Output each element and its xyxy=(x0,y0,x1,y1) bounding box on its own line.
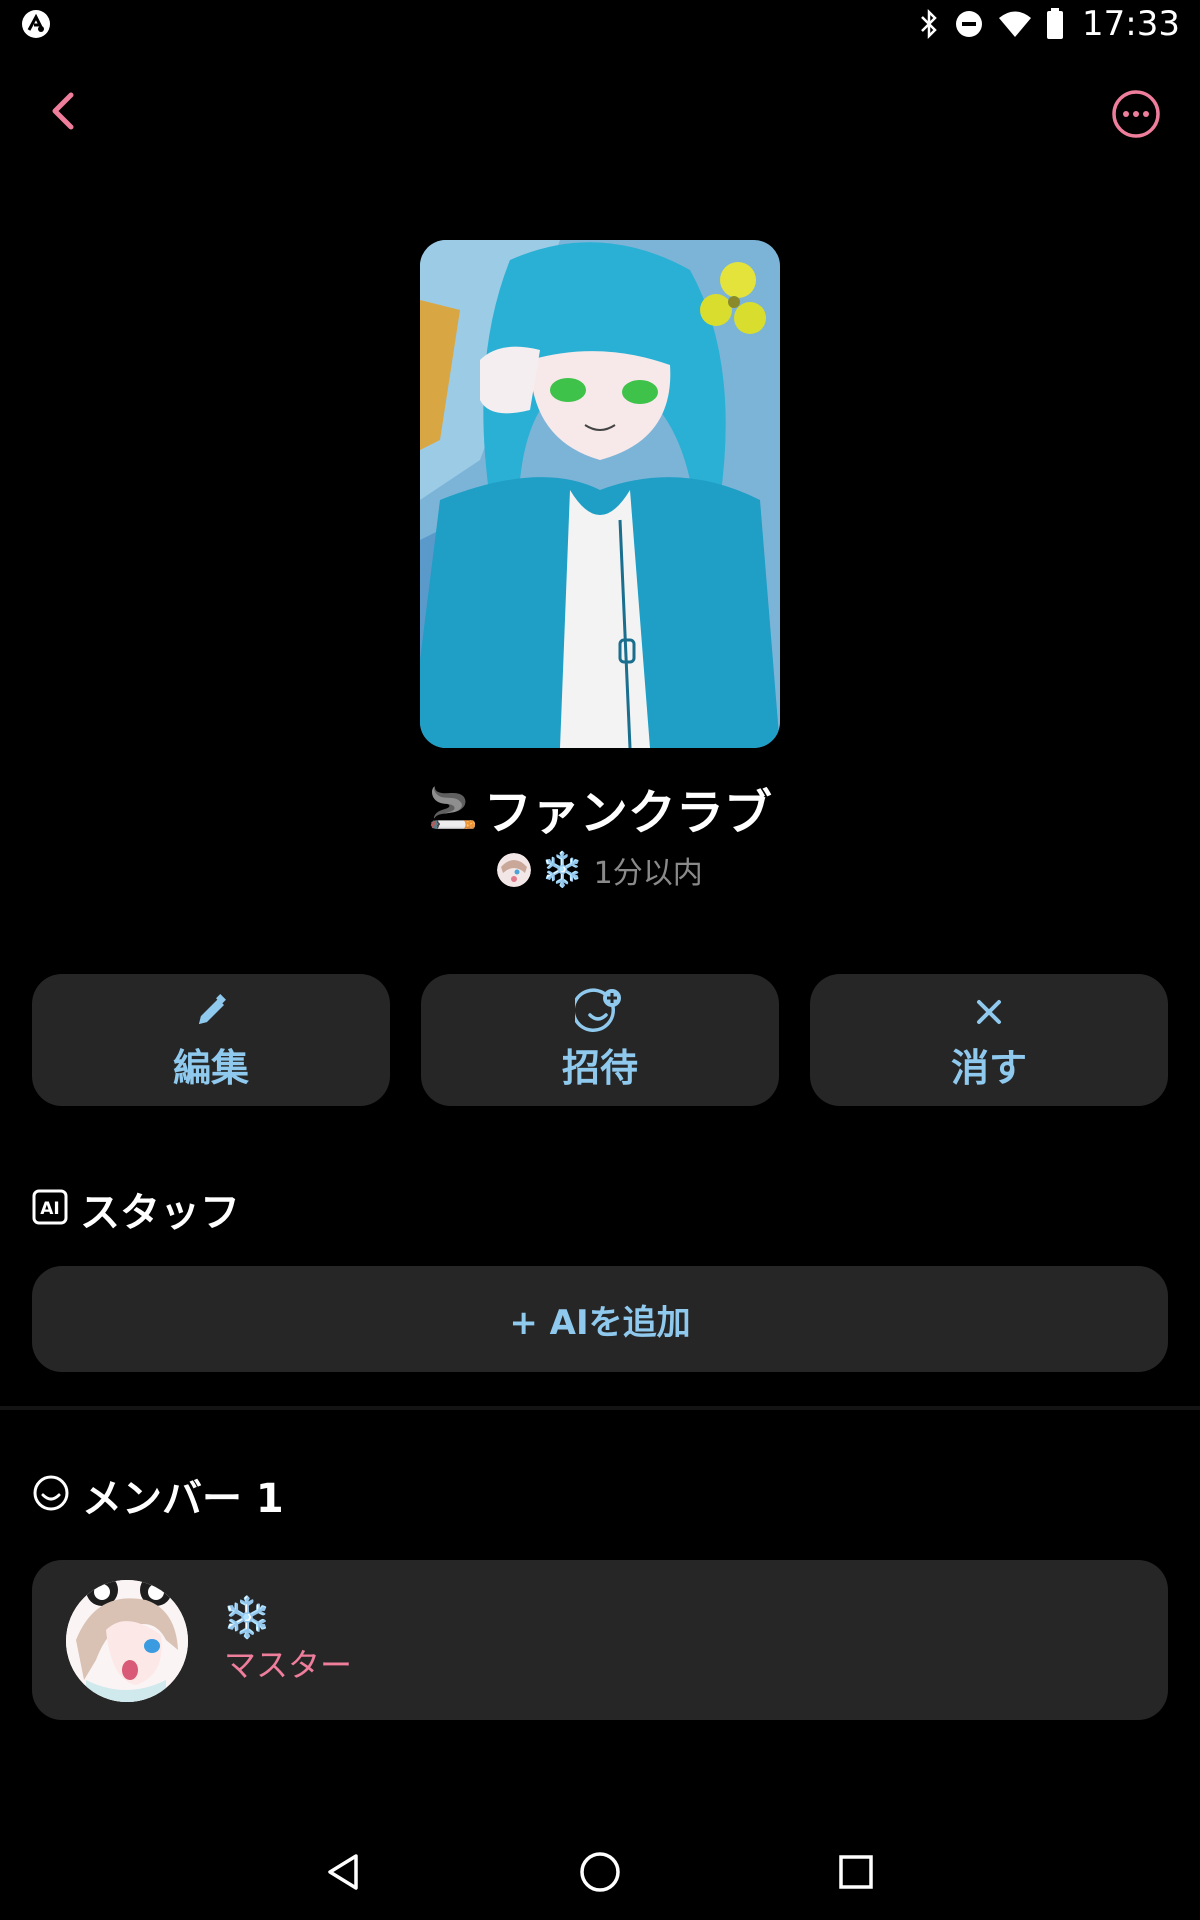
staff-section-title: スタッフ xyxy=(80,1190,240,1236)
section-divider xyxy=(0,1406,1200,1410)
app-notification-icon xyxy=(20,8,52,40)
owner-avatar[interactable] xyxy=(497,853,532,887)
delete-label: 消す xyxy=(950,1045,1027,1090)
invite-button[interactable]: 招待 xyxy=(421,974,779,1106)
system-nav-bar xyxy=(0,1824,1200,1920)
member-emoji: ❄️ xyxy=(222,1595,272,1641)
members-section-header: メンバー 1 xyxy=(32,1468,284,1522)
add-ai-button[interactable]: + AIを追加 xyxy=(32,1266,1168,1372)
status-bar: 17:33 xyxy=(0,0,1200,48)
title-emoji: 🚬 xyxy=(428,785,478,832)
close-icon xyxy=(972,989,1006,1035)
edit-button[interactable]: 編集 xyxy=(32,974,390,1106)
nav-home-button[interactable] xyxy=(570,1842,630,1902)
nav-recents-button[interactable] xyxy=(826,1842,886,1902)
home-circle-icon xyxy=(580,1852,620,1892)
chevron-left-icon xyxy=(52,92,74,130)
bluetooth-icon xyxy=(918,8,940,40)
clock: 17:33 xyxy=(1082,4,1180,44)
member-avatar[interactable] xyxy=(66,1580,188,1702)
owner-emoji: ❄️ xyxy=(541,850,584,890)
add-ai-label: + AIを追加 xyxy=(509,1302,691,1343)
members-section-title: メンバー 1 xyxy=(82,1476,284,1522)
back-triangle-icon xyxy=(328,1854,358,1890)
invite-label: 招待 xyxy=(561,1045,638,1090)
club-cover-image[interactable] xyxy=(420,240,780,748)
smile-icon xyxy=(32,1474,70,1516)
club-title: 🚬 ファンクラブ xyxy=(0,778,1200,841)
club-meta: ❄️ 1分以内 xyxy=(0,848,1200,892)
recents-square-icon xyxy=(839,1855,873,1889)
wifi-icon xyxy=(998,9,1032,39)
member-row[interactable]: ❄️ マスター xyxy=(32,1560,1168,1720)
svg-text:AI: AI xyxy=(40,1199,59,1219)
do-not-disturb-icon xyxy=(954,9,984,39)
edit-label: 編集 xyxy=(172,1045,249,1090)
nav-back-button[interactable] xyxy=(314,1842,374,1902)
back-button[interactable] xyxy=(38,86,88,136)
staff-section-header: AI スタッフ xyxy=(32,1182,240,1236)
pencil-icon xyxy=(191,989,231,1035)
more-horizontal-icon xyxy=(1112,90,1160,138)
last-active-text: 1分以内 xyxy=(593,856,703,891)
member-role: マスター xyxy=(224,1646,353,1684)
delete-button[interactable]: 消す xyxy=(810,974,1168,1106)
club-title-text: ファンクラブ xyxy=(483,785,772,841)
add-person-icon xyxy=(575,987,625,1035)
more-options-button[interactable] xyxy=(1108,86,1164,142)
ai-badge-icon: AI xyxy=(32,1189,68,1229)
battery-icon xyxy=(1046,8,1064,40)
